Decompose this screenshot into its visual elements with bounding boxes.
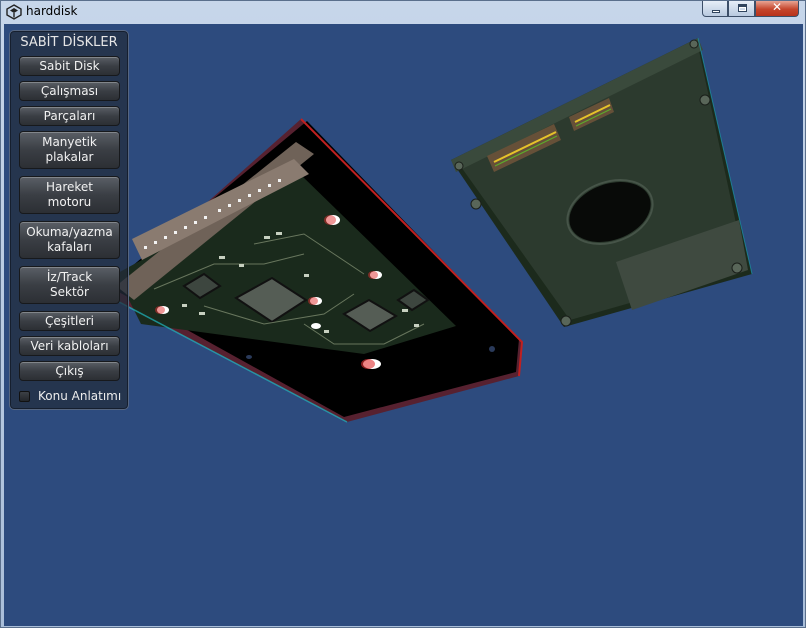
button-label: Veri kabloları xyxy=(30,338,109,353)
calismasi-button[interactable]: Çalışması xyxy=(19,81,120,101)
button-label: Manyetik plakalar xyxy=(42,135,97,164)
sabit-disk-button[interactable]: Sabit Disk xyxy=(19,56,120,76)
menu-title: SABİT DİSKLER xyxy=(20,35,118,50)
3d-viewport[interactable]: SABİT DİSKLER Sabit Disk Çalışması Parça… xyxy=(4,24,803,626)
minimize-icon xyxy=(712,10,720,13)
button-label: Çıkış xyxy=(55,363,84,378)
button-label: Sabit Disk xyxy=(39,58,100,73)
iz-track-sektor-button[interactable]: İz/Track Sektör xyxy=(19,266,120,304)
app-window: harddisk ✕ SABİT DİSKLER Sabit Disk Çalı… xyxy=(0,0,806,628)
minimize-button[interactable] xyxy=(702,1,728,17)
button-label: İz/Track Sektör xyxy=(46,270,93,299)
maximize-icon xyxy=(738,4,747,12)
button-label: Çeşitleri xyxy=(44,313,95,328)
window-title: harddisk xyxy=(26,4,78,18)
close-icon: ✕ xyxy=(771,0,783,14)
title-bar[interactable]: harddisk ✕ xyxy=(1,0,805,23)
button-label: Okuma/yazma kafaları xyxy=(26,225,113,254)
konu-anlatimi-checkbox[interactable] xyxy=(19,390,30,402)
maximize-button[interactable] xyxy=(728,1,755,17)
parcalari-button[interactable]: Parçaları xyxy=(19,106,120,126)
unity-app-icon xyxy=(6,4,22,20)
topics-menu-panel: SABİT DİSKLER Sabit Disk Çalışması Parça… xyxy=(9,30,129,410)
manyetik-plakalar-button[interactable]: Manyetik plakalar xyxy=(19,131,120,169)
veri-kablolari-button[interactable]: Veri kabloları xyxy=(19,336,120,356)
close-button[interactable]: ✕ xyxy=(755,0,799,17)
konu-anlatimi-toggle[interactable]: Konu Anlatımı xyxy=(19,388,121,404)
cikis-button[interactable]: Çıkış xyxy=(19,361,120,381)
okuma-yazma-kafalari-button[interactable]: Okuma/yazma kafaları xyxy=(19,221,120,259)
window-controls: ✕ xyxy=(702,0,799,17)
hard-disk-25-model xyxy=(451,37,753,327)
cesitleri-button[interactable]: Çeşitleri xyxy=(19,311,120,331)
button-label: Çalışması xyxy=(40,83,99,98)
konu-anlatimi-label: Konu Anlatımı xyxy=(38,389,122,403)
button-label: Parçaları xyxy=(43,108,96,123)
hareket-motoru-button[interactable]: Hareket motoru xyxy=(19,176,120,214)
button-label: Hareket motoru xyxy=(45,180,94,209)
